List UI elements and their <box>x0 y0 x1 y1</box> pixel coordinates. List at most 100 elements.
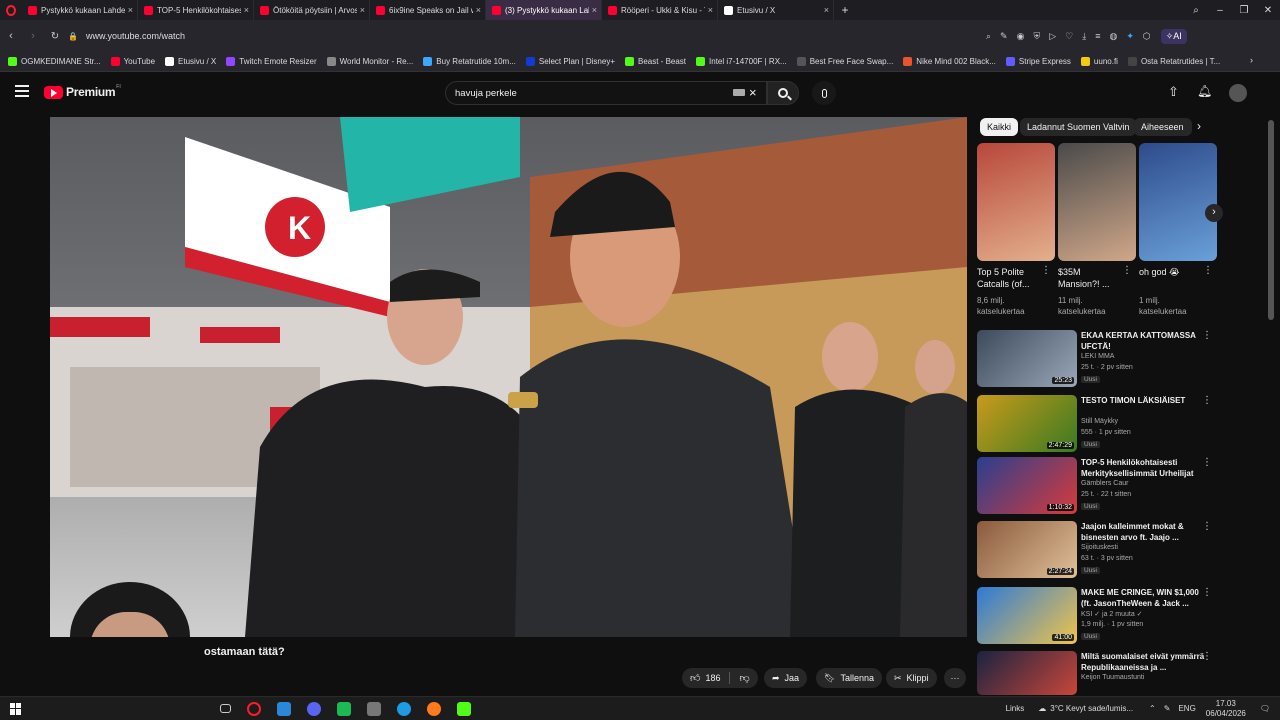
bookmark-item[interactable]: Beast - Beast <box>625 57 686 66</box>
page-scrollbar[interactable] <box>1268 120 1274 320</box>
language-indicator[interactable]: ENG <box>1178 704 1195 713</box>
forward-icon[interactable]: › <box>22 30 44 42</box>
tab-close-icon[interactable]: × <box>476 5 481 15</box>
video-player[interactable]: K <box>50 117 967 637</box>
search-page-icon[interactable]: ⌕ <box>986 31 991 42</box>
clock[interactable]: 17.03 06/04/2026 <box>1206 699 1246 719</box>
browser-tab[interactable]: 6ix9ine Speaks on Jail with× <box>370 0 486 20</box>
minimize-button[interactable]: – <box>1208 5 1232 16</box>
tab-close-icon[interactable]: × <box>244 5 249 15</box>
account-avatar[interactable] <box>1229 84 1247 102</box>
tab-close-icon[interactable]: × <box>708 5 713 15</box>
reload-icon[interactable]: ↻ <box>44 31 66 42</box>
clear-search-icon[interactable]: × <box>749 85 757 100</box>
bookmarks-more-icon[interactable]: › <box>1250 55 1253 65</box>
recommendation-menu-icon[interactable]: ⋮ <box>1202 521 1212 532</box>
shorts-card[interactable]: Top 5 Polite Catcalls (of... ⋮ 8,6 milj. k… <box>977 143 1055 323</box>
tab-close-icon[interactable]: × <box>824 5 829 15</box>
filter-chip[interactable]: Aiheeseen <box>1134 118 1192 136</box>
opera-menu-icon[interactable] <box>0 0 22 20</box>
browser-tab[interactable]: (3) Pystykkö kukaan Lahde× <box>486 0 602 20</box>
hamburger-menu-icon[interactable] <box>15 85 29 97</box>
recommendation-menu-icon[interactable]: ⋮ <box>1202 330 1212 341</box>
recommendation-menu-icon[interactable]: ⋮ <box>1202 457 1212 468</box>
notifications-bell-icon[interactable]: 🔔︎ <box>1197 84 1212 98</box>
bookmark-item[interactable]: Best Free Face Swap... <box>796 57 893 66</box>
search-box[interactable]: havuja perkele × <box>445 81 767 105</box>
recommendation-menu-icon[interactable]: ⋮ <box>1202 587 1212 598</box>
tab-close-icon[interactable]: × <box>360 5 365 15</box>
shield-icon[interactable]: ⛨ <box>1033 31 1040 42</box>
recommendation-item[interactable]: 1:10:32 TOP-5 Henkilökohtaisesti Merkityk… <box>977 457 1222 519</box>
kick-taskbar-icon[interactable] <box>457 701 471 716</box>
upload-icon[interactable]: ⇧ <box>1168 84 1179 100</box>
heart-icon[interactable]: ♡ <box>1065 31 1073 42</box>
firefox-taskbar-icon[interactable] <box>427 701 441 716</box>
play-icon[interactable]: ▷ <box>1049 31 1056 42</box>
shorts-card[interactable]: $35M Mansion?! ... ⋮ 11 milj. katselukerta… <box>1058 143 1136 323</box>
save-button[interactable]: 🔖︎ Tallenna <box>816 668 882 688</box>
recommendation-item[interactable]: 2:27:24 Jaajon kalleimmet mokat & bisnest… <box>977 521 1222 583</box>
menu-icon[interactable]: ≡ <box>1095 31 1100 42</box>
tab-close-icon[interactable]: × <box>592 5 597 15</box>
tab-search-icon[interactable]: ⌕ <box>1184 5 1208 16</box>
bookmark-item[interactable]: YouTube <box>110 57 155 66</box>
recommendation-menu-icon[interactable]: ⋮ <box>1202 395 1212 406</box>
chips-next-icon[interactable]: › <box>1197 119 1201 133</box>
shorts-menu-icon[interactable]: ⋮ <box>1203 265 1213 276</box>
back-icon[interactable]: ‹ <box>0 30 22 42</box>
weather-widget[interactable]: ☁ 3°C Kevyt sade/lumis... <box>1038 704 1133 713</box>
app-taskbar-icon-2[interactable] <box>337 701 351 716</box>
app-taskbar-icon-3[interactable] <box>367 701 381 716</box>
browser-tab[interactable]: Ötököitä pöytsiin | Arvosta × <box>254 0 370 20</box>
filter-chip[interactable]: Ladannut Suomen Valtvin <box>1020 118 1137 136</box>
bookmark-item[interactable]: Nike Mind 002 Black... <box>903 57 996 66</box>
bookmark-item[interactable]: uuno.fi <box>1080 57 1118 66</box>
pen-icon[interactable]: ✎ <box>1164 704 1171 713</box>
browser-tab[interactable]: Etusivu / X × <box>718 0 834 20</box>
like-button[interactable]: 👍︎ 186 <box>690 672 720 684</box>
tab-close-icon[interactable]: × <box>128 5 133 15</box>
cube-icon[interactable]: ⬡ <box>1143 31 1151 42</box>
discord-taskbar-icon[interactable] <box>307 701 321 716</box>
extension-blue-icon[interactable]: ✦ <box>1126 31 1134 42</box>
search-button[interactable] <box>767 81 799 105</box>
edge-taskbar-icon[interactable] <box>397 701 411 716</box>
profile-icon[interactable]: ◍ <box>1109 31 1117 42</box>
new-tab-button[interactable]: + <box>834 3 856 17</box>
shorts-menu-icon[interactable]: ⋮ <box>1041 265 1051 276</box>
browser-tab[interactable]: TOP-5 Henkilökohtaisesti × <box>138 0 254 20</box>
recommendation-item[interactable]: 2:47:29 TESTO TIMON LÄKSIÄISET Still Mäykk… <box>977 395 1222 457</box>
recommendation-item[interactable]: Miltä suomalaiset eivät ymmärrä Republik… <box>977 651 1222 695</box>
bookmark-item[interactable]: Osta Retatrutides | T... <box>1127 57 1220 66</box>
voice-search-button[interactable] <box>812 81 836 105</box>
camera-icon[interactable]: ◉ <box>1017 31 1025 42</box>
bookmark-item[interactable]: OGMKEDIMANE Str... <box>8 57 101 66</box>
keyboard-icon[interactable] <box>733 89 745 96</box>
ai-button[interactable]: ✧AI <box>1160 28 1187 44</box>
filter-chip[interactable]: Kaikki <box>980 118 1019 136</box>
more-actions-button[interactable]: ··· <box>944 668 966 688</box>
youtube-logo[interactable]: Premium FI <box>44 84 121 99</box>
recommendation-item[interactable]: 41:00 MAKE ME CRINGE, WIN $1,000 (ft. Jas… <box>977 587 1222 649</box>
app-taskbar-icon-1[interactable] <box>277 701 291 716</box>
edit-icon[interactable]: ✎ <box>1000 31 1008 42</box>
download-icon[interactable]: ⤓ <box>1082 31 1086 42</box>
tray-chevron-icon[interactable]: ⌃ <box>1149 704 1156 713</box>
bookmark-item[interactable]: World Monitor - Re... <box>326 57 413 66</box>
notification-center-icon[interactable]: 🗨︎ <box>1260 704 1270 713</box>
bookmark-item[interactable]: Stripe Express <box>1005 57 1071 66</box>
share-button[interactable]: ➦ Jaa <box>764 668 808 688</box>
bookmark-item[interactable]: Twitch Emote Resizer <box>226 57 317 66</box>
url-field[interactable]: www.youtube.com/watch <box>86 31 966 41</box>
dislike-button[interactable]: 👎︎ <box>739 672 749 684</box>
close-window-button[interactable]: ✕ <box>1256 5 1280 16</box>
recommendation-menu-icon[interactable]: ⋮ <box>1202 651 1212 662</box>
browser-tab[interactable]: Rööperi - Ukki & Kisu - Yo × <box>602 0 718 20</box>
opera-taskbar-icon[interactable] <box>247 701 261 716</box>
recommendation-item[interactable]: 25:23 EKAA KERTAA KATTOMASSA UFCTÄ! LEKI M… <box>977 330 1222 392</box>
shorts-menu-icon[interactable]: ⋮ <box>1122 265 1132 276</box>
links-toolbar[interactable]: Links <box>1006 704 1025 713</box>
shorts-card[interactable]: oh god 😭 ⋮ 1 milj. katselukertaa <box>1139 143 1217 323</box>
bookmark-item[interactable]: Intel i7-14700F | RX... <box>696 57 787 66</box>
